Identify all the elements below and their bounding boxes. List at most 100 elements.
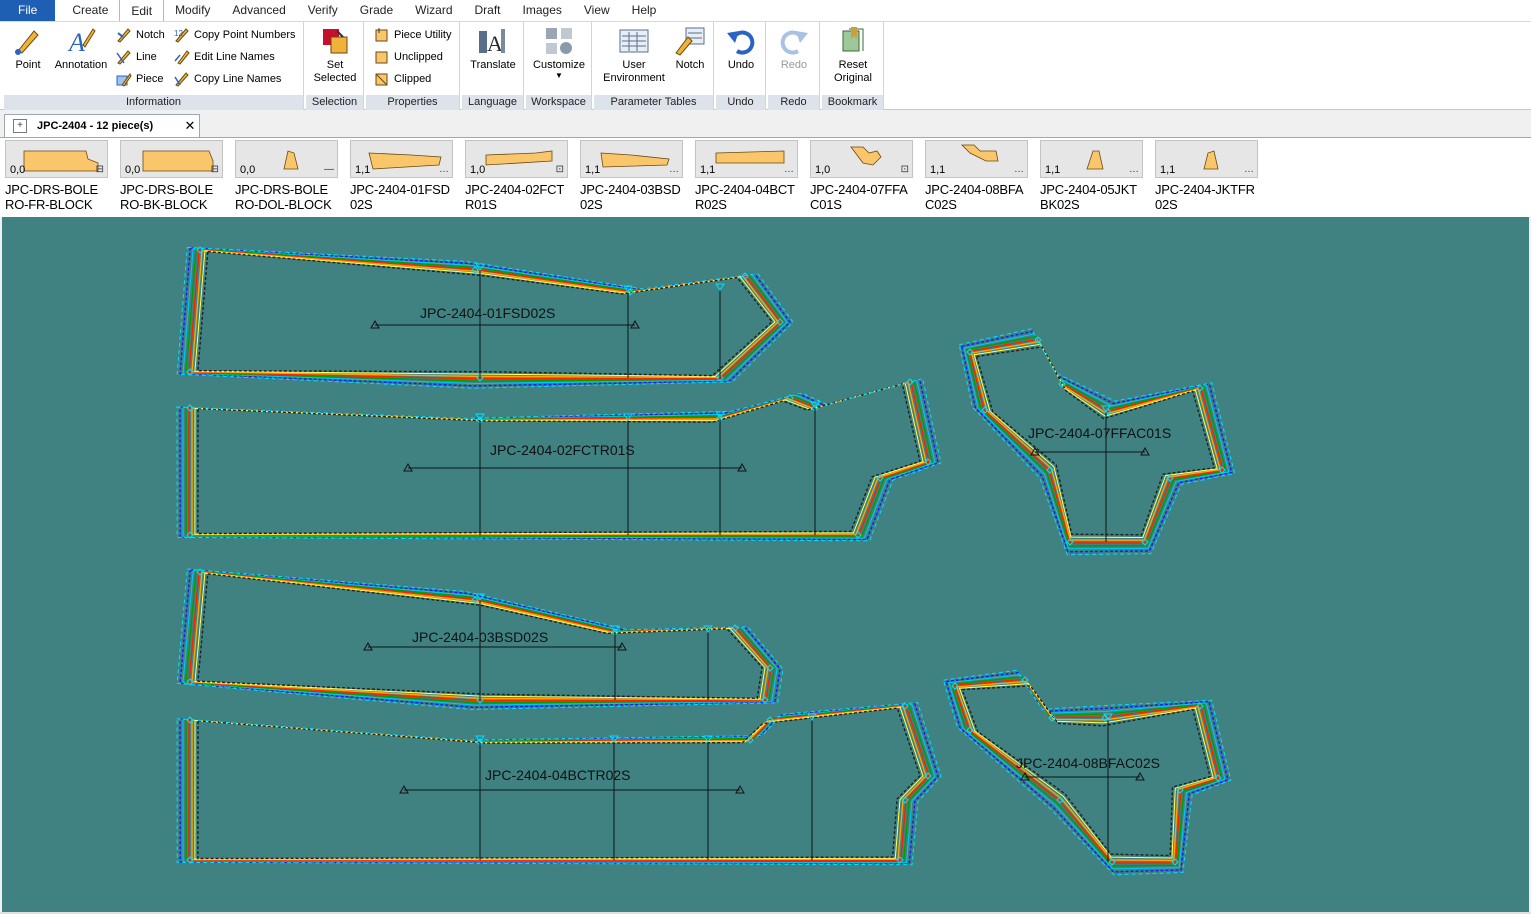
edit-line-names-icon [174, 50, 190, 65]
copy-line-names-button[interactable]: Copy Line Names [174, 69, 281, 89]
thumbnail-badge-icon: … [784, 164, 794, 175]
document-tab[interactable]: + JPC-2404 - 12 piece(s) ✕ [4, 114, 200, 137]
thumbnail-name-line-2: RO-BK-BLOCK [120, 197, 208, 212]
thumbnail-name-line-2: C01S [810, 197, 842, 212]
svg-text:A: A [487, 31, 503, 56]
copy-point-numbers-icon: 12 [174, 28, 189, 43]
thumbnail-preview[interactable]: 1,1… [925, 140, 1028, 178]
piece-name-label: JPC-2404-01FSD02S [420, 305, 555, 321]
thumbnail-preview[interactable]: 1,0 ⊡ [465, 140, 568, 178]
group-label-workspace: Workspace [526, 95, 591, 110]
piece-utility-button[interactable]: Piece Utility [374, 25, 451, 45]
piece-name-label: JPC-2404-03BSD02S [412, 629, 548, 645]
thumbnail-badge-icon: … [1129, 164, 1139, 175]
piece-07ffac[interactable]: JPC-2404-07FFAC01S [958, 328, 1236, 556]
notch-marker[interactable] [715, 283, 725, 291]
notch-table-label: Notch [675, 59, 705, 71]
translate-label: Translate [470, 59, 516, 71]
notch-table-button[interactable]: Notch [670, 25, 710, 72]
piece-01fsd[interactable]: JPC-2404-01FSD02S [176, 246, 794, 389]
piece-thumbnail[interactable]: 1,0 ⊡ JPC-2404-02FCT R01S [465, 140, 568, 212]
seam-allowance-outline [958, 328, 1236, 556]
thumbnail-preview[interactable]: 0,0 — [235, 140, 338, 178]
menu-draft[interactable]: Draft [464, 0, 512, 21]
thumbnail-preview[interactable]: 0,0 ⊟ [120, 140, 223, 178]
unclipped-button[interactable]: Unclipped [374, 47, 443, 67]
menu-verify[interactable]: Verify [297, 0, 349, 21]
line-button[interactable]: Line [116, 47, 157, 67]
menu-images[interactable]: Images [512, 0, 573, 21]
thumbnail-preview[interactable]: 1,1 … [695, 140, 798, 178]
group-label-selection: Selection [306, 95, 363, 110]
thumbnail-preview[interactable]: 1,1… [580, 140, 683, 178]
thumbnail-preview[interactable]: 1,1… [350, 140, 453, 178]
pin-icon[interactable]: + [13, 119, 27, 133]
clipped-button[interactable]: Clipped [374, 69, 431, 89]
user-environment-label-1: User [622, 59, 646, 71]
thumbnail-name: JPC-2404-JKTFR 02S [1155, 182, 1258, 212]
piece-thumbnail[interactable]: 1,1 … JPC-2404-05JKT BK02S [1040, 140, 1143, 212]
menu-file[interactable]: File [0, 0, 56, 21]
menu-help[interactable]: Help [621, 0, 668, 21]
piece-thumbnail[interactable]: 0,0 — JPC-DRS-BOLE RO-DOL-BLOCK [235, 140, 338, 212]
thumbnail-preview[interactable]: 0,0 ⊟ [5, 140, 108, 178]
translate-button[interactable]: A Translate [466, 25, 520, 72]
menu-modify[interactable]: Modify [164, 0, 221, 21]
piece-thumbnail[interactable]: 1,0 ⊡ JPC-2404-07FFA C01S [810, 140, 913, 212]
copy-point-numbers-label: Copy Point Numbers [194, 29, 296, 41]
reset-original-icon [842, 27, 864, 52]
piece-thumbnail[interactable]: 1,1 … JPC-2404-04BCT R02S [695, 140, 798, 212]
piece-thumbnail[interactable]: 0,0 ⊟ JPC-DRS-BOLE RO-FR-BLOCK [5, 140, 108, 212]
thumbnail-name: JPC-DRS-BOLE RO-BK-BLOCK [120, 182, 223, 212]
thumbnail-coord: 1,1 [1160, 164, 1176, 176]
thumbnail-coord: 1,1 [700, 164, 716, 176]
piece-04bctr[interactable]: JPC-2404-04BCTR02S [176, 702, 942, 866]
thumbnail-name-line-2: RO-FR-BLOCK [5, 197, 93, 212]
menu-view[interactable]: View [573, 0, 621, 21]
set-selected-icon [323, 29, 348, 54]
canvas-svg[interactable]: JPC-2404-01FSD02S JPC-2404-02FCTR01S JPC-2… [2, 217, 1529, 912]
piece-thumbnail[interactable]: 0,0 ⊟ JPC-DRS-BOLE RO-BK-BLOCK [120, 140, 223, 212]
undo-icon [727, 30, 755, 55]
piece-02fctr[interactable]: JPC-2404-02FCTR01S [176, 377, 942, 542]
menu-advanced[interactable]: Advanced [221, 0, 296, 21]
user-environment-button[interactable]: User Environment [598, 25, 670, 85]
notch-icon [117, 28, 131, 43]
thumbnail-preview[interactable]: 1,0 ⊡ [810, 140, 913, 178]
menu-edit[interactable]: Edit [119, 0, 165, 21]
menu-wizard[interactable]: Wizard [404, 0, 463, 21]
thumbnail-name-line-1: JPC-2404-05JKT [1040, 182, 1137, 197]
piece-thumbnail[interactable]: 1,1 … JPC-2404-03BSD 02S [580, 140, 683, 212]
reset-original-label-2: Original [834, 72, 872, 84]
thumbnail-preview[interactable]: 1,1 … [1155, 140, 1258, 178]
set-selected-button[interactable]: Set Selected [311, 25, 359, 85]
customize-button[interactable]: Customize ▼ [530, 25, 588, 80]
piece-thumbnail[interactable]: 1,1 … JPC-2404-JKTFR 02S [1155, 140, 1258, 212]
annotation-label: Annotation [54, 59, 108, 71]
reset-original-button[interactable]: Reset Original [826, 25, 880, 85]
undo-button[interactable]: Undo [720, 25, 762, 72]
piece-03bsd[interactable]: JPC-2404-03BSD02S [176, 568, 784, 711]
piece-08bfac[interactable]: JPC-2404-08BFAC02S [942, 669, 1232, 876]
group-workspace: Customize ▼ Workspace [526, 22, 592, 110]
piece-button[interactable]: Piece [116, 69, 164, 89]
document-tab-bar: + JPC-2404 - 12 piece(s) ✕ [0, 110, 1531, 138]
thumbnail-preview[interactable]: 1,1… [1040, 140, 1143, 178]
menu-create[interactable]: Create [61, 0, 119, 21]
point-button[interactable]: Point [10, 25, 46, 72]
thumbnail-badge-icon: … [1244, 164, 1254, 175]
thumbnail-name-line-1: JPC-2404-04BCT [695, 182, 795, 197]
menu-grade[interactable]: Grade [349, 0, 404, 21]
annotation-button[interactable]: A Annotation [50, 25, 112, 72]
thumbnail-name-line-2: RO-DOL-BLOCK [235, 197, 332, 212]
thumbnail-coord: 1,1 [585, 164, 601, 176]
piece-thumbnail[interactable]: 1,1 … JPC-2404-08BFA C02S [925, 140, 1028, 212]
copy-point-numbers-button[interactable]: 12 Copy Point Numbers [174, 25, 296, 45]
close-icon[interactable]: ✕ [181, 118, 199, 134]
redo-button[interactable]: Redo [773, 25, 815, 72]
edit-line-names-button[interactable]: Edit Line Names [174, 47, 275, 67]
notch-button[interactable]: Notch [116, 25, 165, 45]
thumbnail-name: JPC-DRS-BOLE RO-DOL-BLOCK [235, 182, 338, 212]
drawing-canvas[interactable]: JPC-2404-01FSD02S JPC-2404-02FCTR01S JPC-2… [2, 217, 1529, 912]
piece-thumbnail[interactable]: 1,1 … JPC-2404-01FSD 02S [350, 140, 453, 212]
